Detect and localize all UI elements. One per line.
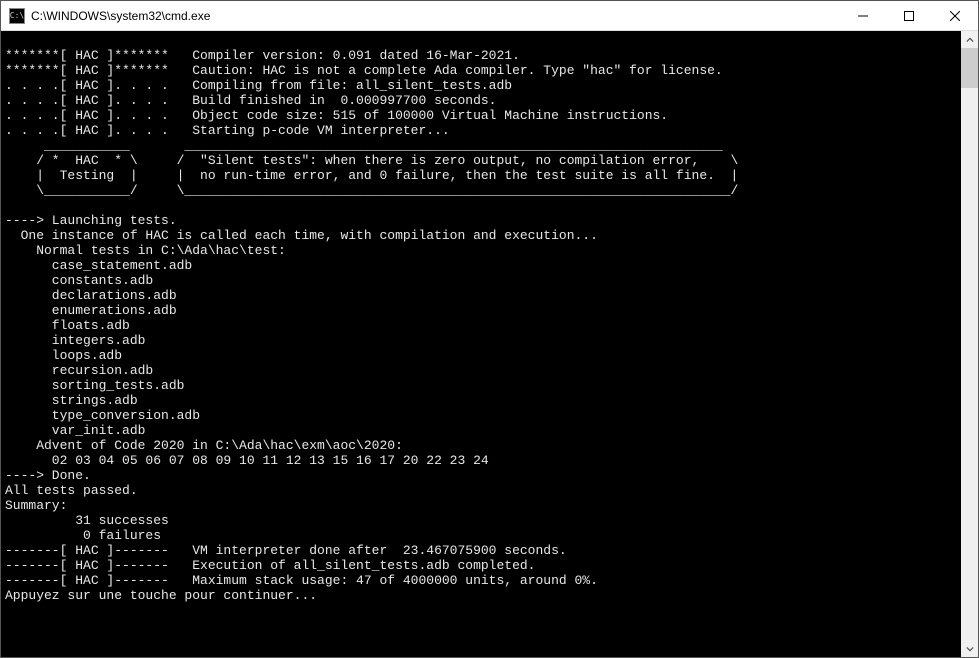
close-button[interactable]: [932, 1, 978, 30]
minimize-button[interactable]: [840, 1, 886, 30]
close-icon: [950, 11, 960, 21]
maximize-icon: [904, 11, 914, 21]
scroll-track[interactable]: [961, 48, 978, 640]
window-controls: [840, 1, 978, 30]
cmd-icon-label: C:\: [10, 11, 24, 20]
vertical-scrollbar[interactable]: [961, 31, 978, 657]
cmd-window: C:\ C:\WINDOWS\system32\cmd.exe *******[…: [0, 0, 979, 658]
chevron-up-icon: [966, 36, 974, 44]
scroll-down-button[interactable]: [961, 640, 978, 657]
scroll-up-button[interactable]: [961, 31, 978, 48]
scroll-thumb[interactable]: [961, 48, 978, 88]
window-title: C:\WINDOWS\system32\cmd.exe: [31, 9, 840, 23]
terminal-output[interactable]: *******[ HAC ]******* Compiler version: …: [1, 31, 961, 657]
minimize-icon: [858, 11, 868, 21]
titlebar[interactable]: C:\ C:\WINDOWS\system32\cmd.exe: [1, 1, 978, 31]
content-area: *******[ HAC ]******* Compiler version: …: [1, 31, 978, 657]
cmd-icon: C:\: [9, 8, 25, 24]
maximize-button[interactable]: [886, 1, 932, 30]
chevron-down-icon: [966, 645, 974, 653]
